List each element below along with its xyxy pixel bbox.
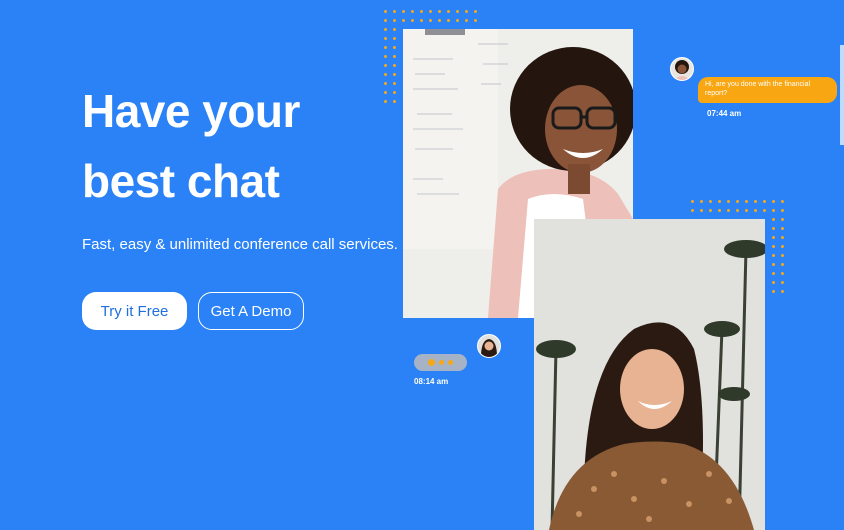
dot-icon (393, 10, 396, 13)
dot-icon (456, 10, 459, 13)
dot-icon (474, 19, 477, 22)
dot-icon (420, 19, 423, 22)
dot-icon (772, 290, 775, 293)
dot-icon (736, 200, 739, 203)
dot-icon (727, 209, 730, 212)
dot-icon (438, 19, 441, 22)
chat-message-bubble: Hi, are you done with the financial repo… (698, 77, 837, 103)
dot-icon (456, 19, 459, 22)
dot-icon (384, 46, 387, 49)
dot-icon (781, 227, 784, 230)
typing-dot-icon (428, 359, 435, 366)
dot-icon (420, 10, 423, 13)
typing-time: 08:14 am (414, 377, 449, 386)
dot-icon (772, 200, 775, 203)
dot-icon (384, 55, 387, 58)
dot-icon (709, 200, 712, 203)
photo-woman-laughing (534, 219, 765, 530)
dot-icon (402, 10, 405, 13)
dot-icon (763, 209, 766, 212)
dot-icon (411, 10, 414, 13)
dot-icon (393, 91, 396, 94)
dot-icon (745, 200, 748, 203)
dot-icon (772, 209, 775, 212)
dot-icon (709, 209, 712, 212)
dot-icon (781, 245, 784, 248)
dot-icon (772, 245, 775, 248)
dot-icon (772, 236, 775, 239)
dot-icon (474, 10, 477, 13)
dot-icon (772, 227, 775, 230)
dot-icon (700, 209, 703, 212)
hero-title: Have your best chat (82, 76, 300, 216)
dot-icon (393, 100, 396, 103)
dot-icon (465, 10, 468, 13)
hero-title-line2: best chat (82, 155, 280, 207)
dot-icon (429, 19, 432, 22)
dot-icon (384, 73, 387, 76)
dot-icon (393, 28, 396, 31)
dot-icon (781, 200, 784, 203)
dot-icon (781, 209, 784, 212)
try-free-button[interactable]: Try it Free (82, 292, 187, 330)
dot-icon (384, 64, 387, 67)
dot-icon (384, 100, 387, 103)
dot-icon (393, 82, 396, 85)
typing-dot-icon (448, 360, 453, 365)
hero-title-line1: Have your (82, 85, 300, 137)
avatar-woman-smiling-icon (477, 334, 501, 358)
dot-icon (781, 254, 784, 257)
dot-icon (429, 10, 432, 13)
dot-icon (745, 209, 748, 212)
dot-icon (447, 19, 450, 22)
hero-subtitle: Fast, easy & unlimited conference call s… (82, 236, 398, 253)
dot-icon (411, 19, 414, 22)
typing-indicator (414, 354, 467, 371)
dot-icon (736, 209, 739, 212)
dot-icon (691, 200, 694, 203)
dot-icon (772, 263, 775, 266)
dot-icon (781, 290, 784, 293)
dot-icon (754, 209, 757, 212)
dot-icon (447, 10, 450, 13)
dot-icon (384, 19, 387, 22)
dot-icon (772, 272, 775, 275)
dot-icon (718, 209, 721, 212)
dot-icon (384, 82, 387, 85)
dot-icon (384, 37, 387, 40)
dot-icon (393, 19, 396, 22)
dot-icon (393, 55, 396, 58)
dot-icon (393, 73, 396, 76)
dot-icon (781, 218, 784, 221)
dot-icon (384, 10, 387, 13)
dot-icon (763, 200, 766, 203)
dot-icon (754, 200, 757, 203)
dot-icon (781, 281, 784, 284)
dot-icon (781, 236, 784, 239)
dot-icon (438, 10, 441, 13)
message-time: 07:44 am (707, 109, 742, 118)
edge-panel (840, 45, 844, 145)
dot-icon (393, 64, 396, 67)
dot-icon (384, 91, 387, 94)
get-demo-button[interactable]: Get A Demo (198, 292, 304, 330)
dot-icon (727, 200, 730, 203)
dot-icon (772, 218, 775, 221)
dot-icon (402, 19, 405, 22)
dot-icon (691, 209, 694, 212)
dot-icon (772, 281, 775, 284)
dot-icon (384, 28, 387, 31)
dot-icon (393, 37, 396, 40)
dot-icon (772, 254, 775, 257)
avatar-woman-glasses-icon (670, 57, 694, 81)
dot-icon (781, 263, 784, 266)
dot-icon (781, 272, 784, 275)
typing-dot-icon (439, 360, 444, 365)
dot-icon (700, 200, 703, 203)
dot-icon (393, 46, 396, 49)
dot-icon (718, 200, 721, 203)
dot-icon (465, 19, 468, 22)
